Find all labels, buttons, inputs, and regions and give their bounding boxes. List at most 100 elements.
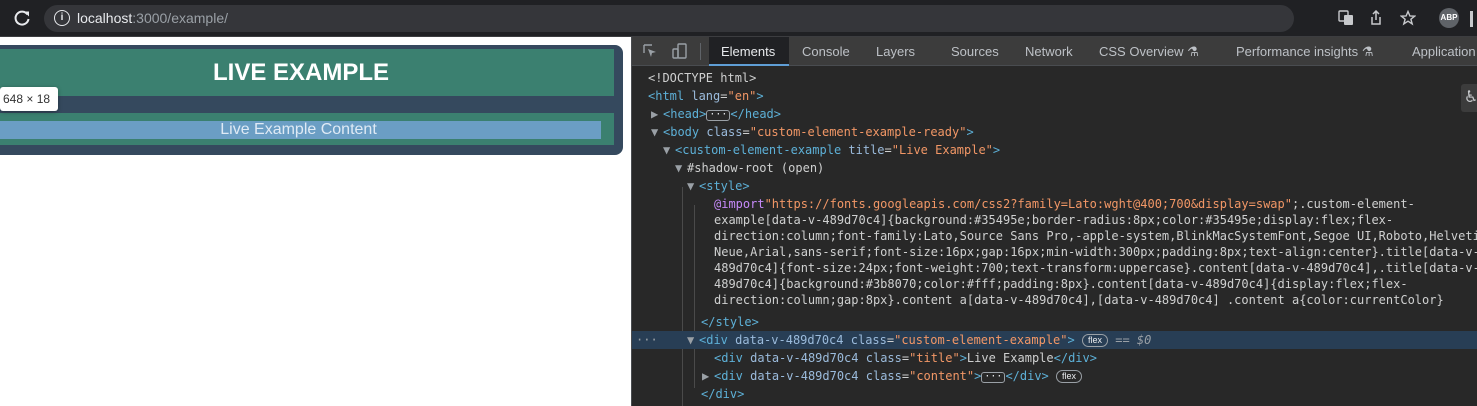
tab-elements[interactable]: Elements <box>709 37 789 66</box>
dimension-tooltip: 648 × 18 <box>0 87 58 111</box>
devtools-panel: Elements Console Layers Sources Network … <box>631 37 1477 406</box>
div-class-val: "title" <box>909 351 960 365</box>
expand-triangle-icon[interactable]: ▶ <box>702 367 714 385</box>
flex-badge[interactable]: flex <box>1056 370 1083 383</box>
tab-application[interactable]: Application <box>1412 37 1476 66</box>
collapse-triangle-icon[interactable]: ▼ <box>675 159 687 177</box>
div-data-attr: data-v-489d70c4 <box>750 369 859 383</box>
example-content: Live Example Content <box>0 113 614 145</box>
url-host: localhost <box>77 10 133 26</box>
shadow-root-text: #shadow-root (open) <box>687 161 825 175</box>
info-icon[interactable]: i <box>54 10 70 26</box>
div-class-val: "content" <box>909 369 975 383</box>
tab-layers[interactable]: Layers <box>876 37 915 66</box>
div-close-tag: </div> <box>1053 351 1097 365</box>
dom-body[interactable]: ▼ <body class="custom-element-example-rea… <box>632 123 1477 141</box>
example-title: Live Example <box>0 49 614 96</box>
body-tag: <body <box>663 125 700 139</box>
div-class-val: "custom-element-example" <box>894 333 1068 347</box>
tab-sources[interactable]: Sources <box>951 37 999 66</box>
head-close-tag: </head> <box>730 107 781 121</box>
div-data-attr: data-v-489d70c4 <box>750 351 859 365</box>
collapse-triangle-icon[interactable]: ▼ <box>687 177 699 195</box>
css-text-line[interactable]: direction:column;gap:8px}.content a[data… <box>632 291 1477 309</box>
toolbar-separator <box>700 43 701 60</box>
html-attr: lang <box>691 89 721 103</box>
div-close-tag: </div> <box>701 387 745 401</box>
browser-toolbar: i localhost:3000/example/ ABP <box>0 0 1477 37</box>
div-data-attr: data-v-489d70c4 <box>735 333 844 347</box>
dom-div-title[interactable]: <div data-v-489d70c4 class="title">Live … <box>632 349 1477 367</box>
css-import-keyword: @import <box>714 197 765 211</box>
css-text-4: Neue,Arial,sans-serif;font-size:16px;gap… <box>714 245 1477 259</box>
collapse-triangle-icon[interactable]: ▼ <box>663 141 675 159</box>
css-text-6: 489d70c4]{background:#3b8070;color:#fff;… <box>714 277 1408 291</box>
example-content-text: Live Example Content <box>0 121 601 139</box>
accessibility-icon[interactable]: ♿ <box>1461 84 1477 112</box>
tab-css-overview[interactable]: CSS Overview ⚗ <box>1099 37 1199 66</box>
devtools-tab-bar: Elements Console Layers Sources Network … <box>632 37 1477 66</box>
css-text-1: ;.custom-element- <box>1291 197 1415 211</box>
dom-html[interactable]: <html lang="en"> <box>632 87 1477 105</box>
dom-custom-element[interactable]: ▼ <custom-element-example title="Live Exa… <box>632 141 1477 159</box>
flask-icon: ⚗ <box>1361 44 1374 59</box>
div-class-attr: class <box>850 333 887 347</box>
expand-triangle-icon[interactable]: ▶ <box>651 105 663 123</box>
dom-style[interactable]: ▼ <style> <box>632 177 1477 195</box>
css-text-5: 489d70c4]{font-size:24px;font-weight:700… <box>714 261 1477 275</box>
star-icon[interactable] <box>1399 9 1417 28</box>
reload-icon[interactable] <box>12 8 32 28</box>
div-close-tag: </div> <box>1005 369 1049 383</box>
dom-div-close[interactable]: </div> <box>632 385 1477 403</box>
equals-sign: == <box>1115 333 1130 347</box>
style-tag: <style> <box>699 179 750 193</box>
dom-style-close[interactable]: </style> <box>632 313 1477 331</box>
address-bar[interactable]: i localhost:3000/example/ <box>44 5 1294 32</box>
flask-icon: ⚗ <box>1187 44 1199 59</box>
page-viewport: Live Example Live Example Content 648 × … <box>0 37 631 406</box>
dollar-zero: $0 <box>1136 333 1152 347</box>
device-toolbar-icon[interactable] <box>672 43 688 59</box>
div-tag: <div <box>714 369 743 383</box>
html-tag: <html <box>648 89 685 103</box>
dom-head[interactable]: ▶ <head> ··· </head> <box>632 105 1477 123</box>
div-tag: <div <box>714 351 743 365</box>
collapsed-ellipsis[interactable]: ··· <box>706 110 731 121</box>
div-class-attr: class <box>865 369 902 383</box>
tab-network[interactable]: Network <box>1025 37 1073 66</box>
translate-icon[interactable] <box>1337 10 1355 28</box>
inspect-element-icon[interactable] <box>642 43 658 59</box>
dom-doctype[interactable]: <!DOCTYPE html> <box>632 69 1477 87</box>
custom-element-tag: <custom-element-example <box>675 143 842 157</box>
menu-icon[interactable] <box>1470 11 1473 27</box>
body-attr: class <box>706 125 743 139</box>
more-actions-icon[interactable]: ··· <box>636 331 658 349</box>
tab-console[interactable]: Console <box>802 37 850 66</box>
url-text[interactable]: localhost:3000/example/ <box>77 10 228 26</box>
share-icon[interactable] <box>1367 9 1385 28</box>
flex-badge[interactable]: flex <box>1081 334 1108 347</box>
body-attr-val: "custom-element-example-ready" <box>749 125 967 139</box>
tab-performance-insights[interactable]: Performance insights ⚗ <box>1236 37 1373 66</box>
div-title-text: Live Example <box>966 351 1054 365</box>
collapse-triangle-icon[interactable]: ▼ <box>651 123 663 141</box>
doctype-text: <!DOCTYPE html> <box>648 71 757 85</box>
dom-div-content[interactable]: ▶ <div data-v-489d70c4 class="content"> ··… <box>632 367 1477 385</box>
head-tag: <head> <box>663 107 707 121</box>
custom-element-attr-val: "Live Example" <box>891 143 993 157</box>
style-close-tag: </style> <box>701 315 759 329</box>
collapse-triangle-icon[interactable]: ▼ <box>687 331 699 349</box>
tab-css-overview-label: CSS Overview <box>1099 44 1184 59</box>
collapsed-ellipsis[interactable]: ··· <box>981 372 1006 383</box>
css-text-3: direction:column;font-family:Lato,Source… <box>714 229 1477 243</box>
css-import-url: "https://fonts.googleapis.com/css2?famil… <box>764 197 1292 211</box>
dom-shadow-root[interactable]: ▼ #shadow-root (open) <box>632 159 1477 177</box>
custom-element-attr: title <box>848 143 885 157</box>
css-text-7: direction:column;gap:8px}.content a[data… <box>714 293 1444 307</box>
profile-icon[interactable]: ABP <box>1439 8 1459 28</box>
elements-tree: <!DOCTYPE html> <html lang="en"> ▶ <head>… <box>632 67 1477 406</box>
html-attr-val: "en" <box>727 89 757 103</box>
url-path: :3000/example/ <box>132 10 228 26</box>
div-class-attr: class <box>865 351 902 365</box>
dom-div-selected[interactable]: ··· ▼ <div data-v-489d70c4 class="custom-… <box>632 331 1477 349</box>
